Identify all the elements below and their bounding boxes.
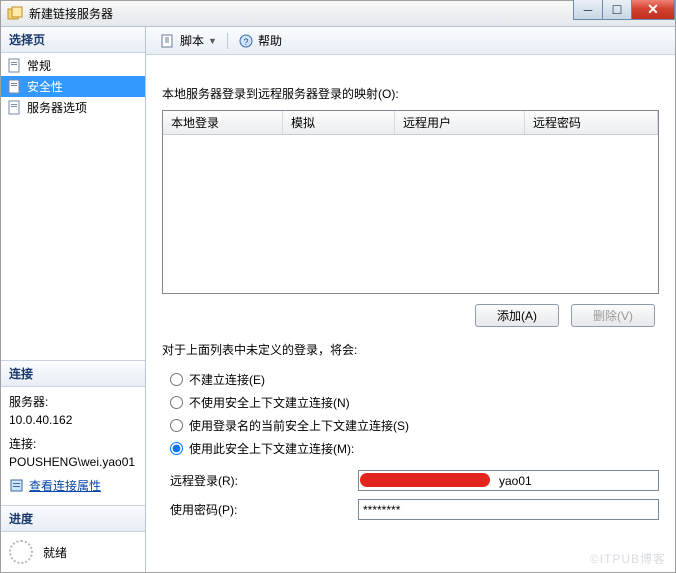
help-icon: ? <box>238 33 254 49</box>
select-page-header: 选择页 <box>1 27 145 53</box>
view-connection-props-link[interactable]: 查看连接属性 <box>9 477 101 495</box>
server-value: 10.0.40.162 <box>9 411 137 429</box>
svg-text:?: ? <box>243 37 248 47</box>
password-row: 使用密码(P): <box>162 495 659 524</box>
watermark: ©ITPUB博客 <box>590 550 666 567</box>
toolbar: 脚本 ▼ ? 帮助 <box>146 27 675 55</box>
grid-buttons: 添加(A) 删除(V) <box>162 294 659 341</box>
dropdown-arrow-icon: ▼ <box>208 36 217 46</box>
remove-button[interactable]: 删除(V) <box>571 304 655 327</box>
connection-body: 服务器: 10.0.40.162 连接: POUSHENG\wei.yao01 … <box>1 387 145 505</box>
grid-header: 本地登录 模拟 远程用户 远程密码 <box>163 111 658 135</box>
close-button[interactable]: ✕ <box>631 0 675 20</box>
page-nav: 常规 安全性 服务器选项 <box>1 53 145 120</box>
maximize-button[interactable]: ☐ <box>602 0 632 20</box>
mapping-label: 本地服务器登录到远程服务器登录的映射(O): <box>162 85 659 102</box>
radio-label: 使用登录名的当前安全上下文建立连接(S) <box>189 417 409 434</box>
conn-label: 连接: <box>9 435 137 453</box>
nav-label: 安全性 <box>27 78 63 95</box>
radio-label: 使用此安全上下文建立连接(M): <box>189 440 354 457</box>
content-area: 本地服务器登录到远程服务器登录的映射(O): 本地登录 模拟 远程用户 远程密码… <box>146 55 675 572</box>
app-icon <box>7 6 23 22</box>
progress-body: 就绪 <box>1 532 145 572</box>
col-local-login[interactable]: 本地登录 <box>163 111 283 134</box>
dialog-window: 新建链接服务器 ─ ☐ ✕ 选择页 常规 安全性 服务器选项 <box>0 0 676 573</box>
nav-server-options[interactable]: 服务器选项 <box>1 97 145 118</box>
page-icon <box>7 58 23 74</box>
right-panel: 脚本 ▼ ? 帮助 本地服务器登录到远程服务器登录的映射(O): 本地登录 模拟… <box>146 27 675 572</box>
nav-general[interactable]: 常规 <box>1 55 145 76</box>
radio-input[interactable] <box>170 373 183 386</box>
login-mapping-grid[interactable]: 本地登录 模拟 远程用户 远程密码 <box>162 110 659 294</box>
help-label: 帮助 <box>258 32 282 49</box>
progress-status: 就绪 <box>43 544 67 561</box>
link-text: 查看连接属性 <box>29 477 101 495</box>
progress-header: 进度 <box>1 506 145 532</box>
password-label: 使用密码(P): <box>170 501 358 518</box>
radio-this-security-context[interactable]: 使用此安全上下文建立连接(M): <box>162 437 659 460</box>
spinner-icon <box>9 540 33 564</box>
left-panel: 选择页 常规 安全性 服务器选项 连接 服务器: <box>1 27 146 572</box>
radio-current-security-context[interactable]: 使用登录名的当前安全上下文建立连接(S) <box>162 414 659 437</box>
connection-section: 连接 服务器: 10.0.40.162 连接: POUSHENG\wei.yao… <box>1 360 145 505</box>
add-button[interactable]: 添加(A) <box>475 304 559 327</box>
script-icon <box>160 33 176 49</box>
server-label: 服务器: <box>9 393 137 411</box>
radio-label: 不建立连接(E) <box>189 371 265 388</box>
page-icon <box>7 79 23 95</box>
titlebar[interactable]: 新建链接服务器 ─ ☐ ✕ <box>1 1 675 27</box>
radio-label: 不使用安全上下文建立连接(N) <box>189 394 350 411</box>
script-button[interactable]: 脚本 ▼ <box>154 30 223 51</box>
remote-login-row: 远程登录(R): <box>162 466 659 495</box>
radio-no-connection[interactable]: 不建立连接(E) <box>162 368 659 391</box>
help-button[interactable]: ? 帮助 <box>232 30 288 51</box>
remote-login-input[interactable] <box>358 470 659 491</box>
window-title: 新建链接服务器 <box>29 5 113 22</box>
connection-header: 连接 <box>1 361 145 387</box>
nav-label: 服务器选项 <box>27 99 87 116</box>
script-label: 脚本 <box>180 32 204 49</box>
security-radio-group: 不建立连接(E) 不使用安全上下文建立连接(N) 使用登录名的当前安全上下文建立… <box>162 368 659 460</box>
dialog-body: 选择页 常规 安全性 服务器选项 连接 服务器: <box>1 27 675 572</box>
properties-icon <box>9 478 25 494</box>
page-icon <box>7 100 23 116</box>
undefined-logins-label: 对于上面列表中未定义的登录，将会: <box>162 341 659 358</box>
password-input[interactable] <box>358 499 659 520</box>
radio-no-security-context[interactable]: 不使用安全上下文建立连接(N) <box>162 391 659 414</box>
radio-input[interactable] <box>170 396 183 409</box>
col-remote-user[interactable]: 远程用户 <box>395 111 525 134</box>
col-impersonate[interactable]: 模拟 <box>283 111 395 134</box>
radio-input[interactable] <box>170 442 183 455</box>
col-remote-password[interactable]: 远程密码 <box>525 111 658 134</box>
nav-label: 常规 <box>27 57 51 74</box>
radio-input[interactable] <box>170 419 183 432</box>
nav-security[interactable]: 安全性 <box>1 76 145 97</box>
remote-login-label: 远程登录(R): <box>170 472 358 489</box>
window-buttons: ─ ☐ ✕ <box>574 0 675 20</box>
minimize-button[interactable]: ─ <box>573 0 603 20</box>
progress-section: 进度 就绪 <box>1 505 145 572</box>
conn-value: POUSHENG\wei.yao01 <box>9 453 137 471</box>
